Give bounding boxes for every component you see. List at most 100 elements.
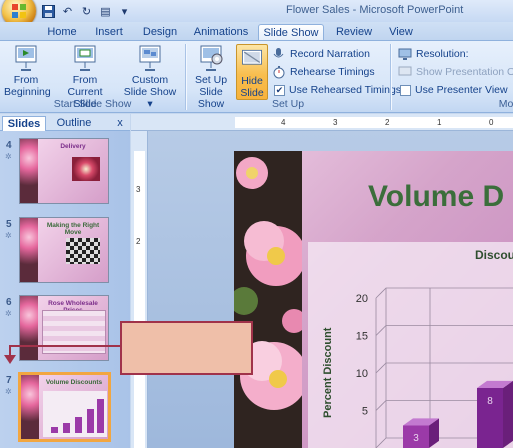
setup-slideshow-icon [200,45,223,71]
callout-box [120,321,253,375]
save-icon[interactable] [40,3,57,19]
thumbnail-title: Making the Right Move [46,222,100,236]
transition-icon: ✲ [5,387,12,396]
slide-thumbnail-4[interactable]: Delivery [19,138,109,204]
group-label-set-up: Set Up [271,98,305,110]
group-label-monitors: Mo [498,98,513,110]
slide-number: 5 [6,219,12,230]
record-narration-label: Record Narration [290,48,370,60]
gridline [375,362,513,374]
y-tick-label: 5 [362,406,368,418]
undo-icon[interactable]: ↶ [59,3,76,19]
custom-show-icon [139,45,161,71]
tab-home[interactable]: Home [42,24,82,41]
bar-data-label: 8 [487,396,493,407]
powerpoint-window: ↶ ↻ ▤ ▾ Flower Sales - Microsoft PowerPo… [0,0,513,448]
slide-number: 4 [6,140,12,151]
use-rehearsed-label: Use Rehearsed Timings [289,84,402,96]
resolution-label: Resolution: [416,48,469,60]
custom-show-label-1: Custom [131,74,169,86]
group-divider [390,44,391,110]
stopwatch-icon [272,65,286,79]
hide-slide-button[interactable]: Hide Slide [236,44,268,100]
callout-connector [10,345,120,347]
slide-thumbnail-7[interactable]: Volume Discounts [18,372,111,442]
slide-title[interactable]: Volume D [368,180,504,214]
flower-image [20,296,38,360]
empty-checkbox-icon [400,84,411,96]
photo-icon [72,157,100,181]
use-presenter-view-checkbox[interactable]: Use Presenter View [400,82,508,98]
thumbnail-title: Delivery [60,143,86,150]
ribbon-tabs: Home Insert Design Animations Slide Show… [0,22,513,41]
layout-icon[interactable]: ▤ [97,3,114,19]
tab-view[interactable]: View [384,24,418,41]
thumbnail-title: Volume Discounts [45,379,103,386]
slides-pane-tabs: Slides Outline x [0,114,130,131]
resolution-dropdown[interactable]: Resolution: [398,46,469,62]
discount-chart[interactable]: 20 15 10 5 3 8 [340,270,513,448]
flower-image [21,375,39,439]
slide-number: 6 [6,297,12,308]
tab-review[interactable]: Review [332,24,376,41]
ruler-area [134,151,145,448]
from-beginning-label-2: Beginning [4,86,51,98]
show-presentation-on-label: Show Presentation On: [416,66,513,78]
price-table [42,310,106,354]
office-logo-icon [12,4,26,18]
y-tick-label: 10 [356,368,368,380]
from-beginning-button[interactable]: From Beginning [4,44,51,98]
tab-insert[interactable]: Insert [88,24,130,41]
y-tick-label: 15 [356,331,368,343]
transition-icon: ✲ [5,152,12,161]
slide-thumbnail-5[interactable]: Making the Right Move [19,217,109,283]
redo-icon[interactable]: ↻ [78,3,95,19]
close-icon[interactable]: x [114,116,126,131]
chessboard-image [66,238,100,264]
rehearse-timings-label: Rehearse Timings [290,66,375,78]
hide-slide-label-1: Hide [241,75,263,87]
ruler-tick: 1 [437,118,442,127]
flower-photo[interactable] [234,151,302,448]
callout-arrow-icon [4,355,16,364]
tab-animations[interactable]: Animations [190,24,252,41]
ruler-tick: 0 [489,118,494,127]
show-presentation-on-dropdown[interactable]: Show Presentation On: [398,64,513,80]
group-label-start-slide-show: Start Slide Show [53,98,132,110]
from-beginning-label-1: From [13,74,39,86]
slides-pane: 4 ✲ Delivery 5 ✲ Making the Right Move 6… [0,131,130,448]
chart-bar[interactable] [477,380,513,448]
monitor-icon [398,47,412,61]
flower-image [20,139,38,203]
transition-icon: ✲ [5,309,12,318]
bar-data-label: 3 [413,433,419,444]
rehearse-timings-button[interactable]: Rehearse Timings [272,64,375,80]
slideshow-current-icon [74,45,96,71]
tab-outline[interactable]: Outline [50,116,98,131]
ruler-tick: 3 [333,118,338,127]
flower-image [20,218,38,282]
ruler-tick: 3 [136,185,141,194]
horizontal-ruler[interactable]: 4 3 2 1 0 [131,114,513,131]
monitor-disabled-icon [398,65,412,79]
quick-access-toolbar: ↶ ↻ ▤ ▾ [40,3,133,19]
gridline [375,325,513,336]
slide-thumbnail-6[interactable]: Rose Wholesale Prices [19,295,109,361]
customize-icon[interactable]: ▾ [116,3,133,19]
use-rehearsed-timings-checkbox[interactable]: ✔ Use Rehearsed Timings [274,82,401,98]
tab-design[interactable]: Design [138,24,182,41]
record-narration-button[interactable]: Record Narration [272,46,370,62]
chart-title[interactable]: Discou [475,248,513,262]
microphone-icon [272,47,286,61]
ruler-tick: 2 [385,118,390,127]
chart-bar[interactable] [403,418,439,448]
window-title: Flower Sales - Microsoft PowerPoint [286,4,464,16]
tab-slide-show[interactable]: Slide Show [258,24,324,41]
use-presenter-view-label: Use Presenter View [415,84,508,96]
tab-slides[interactable]: Slides [2,116,46,131]
from-current-label-1: From [72,74,98,86]
gridline [375,287,513,299]
checkmark-icon: ✔ [274,84,285,96]
y-tick-label: 20 [356,293,368,305]
vertical-ruler[interactable]: 3 2 [131,131,148,448]
